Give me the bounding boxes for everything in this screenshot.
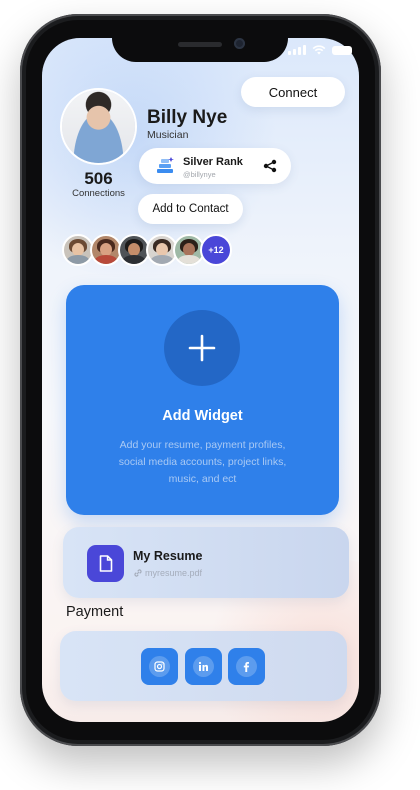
connections-count: 506 — [84, 169, 113, 188]
more-connections-badge[interactable]: +12 — [200, 234, 232, 266]
connections-avatars[interactable]: +12 — [62, 234, 242, 266]
signal-icon — [288, 45, 306, 55]
resume-file-link[interactable]: myresume.pdf — [133, 568, 202, 578]
instagram-button[interactable] — [141, 648, 178, 685]
facebook-icon — [243, 662, 249, 672]
resume-card[interactable]: My Resume myresume.pdf — [63, 527, 349, 598]
add-widget-card[interactable]: Add Widget Add your resume, payment prof… — [66, 285, 339, 515]
document-icon — [87, 545, 124, 582]
payment-card — [60, 631, 347, 701]
add-widget-button[interactable] — [164, 310, 240, 386]
payment-title: Payment — [66, 604, 124, 620]
phone-notch — [112, 20, 288, 62]
connections-label: Connections — [72, 188, 125, 199]
rank-handle: @billynye — [183, 170, 216, 179]
share-icon[interactable] — [263, 159, 277, 173]
wifi-icon — [312, 45, 326, 55]
plus-icon — [188, 334, 216, 362]
silver-rank-icon — [157, 157, 174, 173]
battery-icon — [332, 45, 352, 55]
link-icon — [134, 569, 142, 577]
status-bar — [288, 45, 352, 55]
add-widget-title: Add Widget — [162, 408, 243, 424]
connect-button[interactable]: Connect — [241, 77, 345, 107]
linkedin-icon — [198, 661, 208, 671]
profile-avatar[interactable] — [62, 90, 135, 163]
profile-role: Musician — [147, 129, 189, 141]
rank-title: Silver Rank — [183, 156, 243, 168]
add-widget-description: Add your resume, payment profiles, socia… — [118, 439, 287, 485]
add-to-contact-button[interactable]: Add to Contact — [138, 194, 243, 224]
resume-file-name: myresume.pdf — [145, 568, 203, 578]
linkedin-button[interactable] — [185, 648, 222, 685]
profile-name: Billy Nye — [147, 107, 228, 128]
speaker-grille — [178, 42, 222, 47]
facebook-button[interactable] — [228, 648, 265, 685]
resume-title: My Resume — [133, 549, 203, 563]
instagram-icon — [154, 661, 165, 672]
rank-card[interactable]: Silver Rank @billynye — [139, 148, 291, 184]
front-camera — [234, 38, 245, 49]
